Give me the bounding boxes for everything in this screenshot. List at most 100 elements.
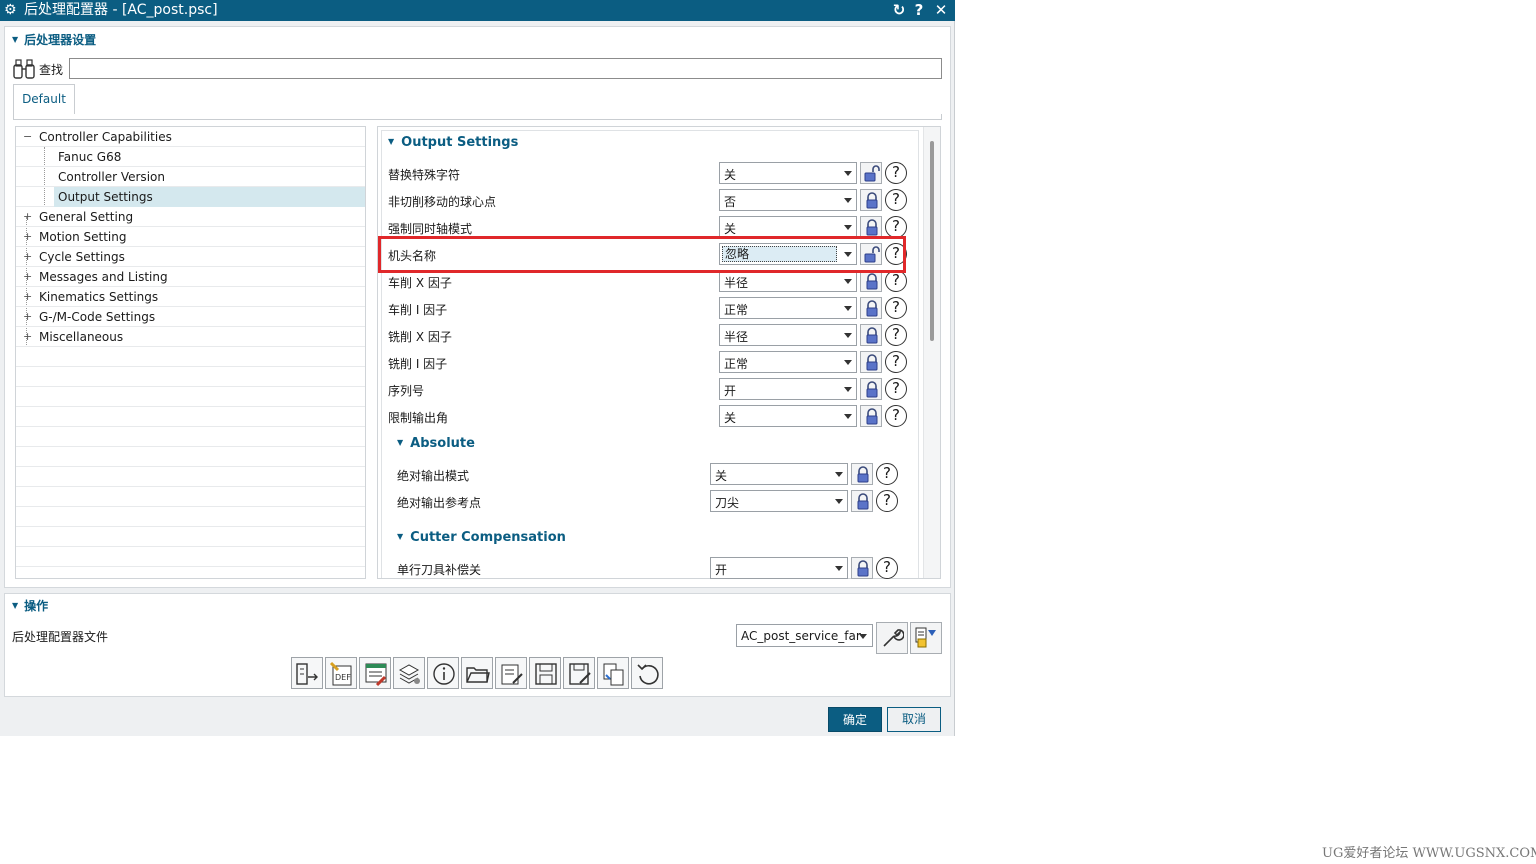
- expand-toggle-icon[interactable]: +: [23, 327, 33, 347]
- help-icon[interactable]: ?: [885, 162, 907, 184]
- property-select[interactable]: 开: [719, 378, 857, 400]
- property-select[interactable]: 关: [719, 405, 857, 427]
- tree-item-motion-setting[interactable]: + Motion Setting: [16, 227, 365, 247]
- tree-item-label: Output Settings: [54, 187, 365, 207]
- expand-toggle-icon[interactable]: +: [23, 287, 33, 307]
- vertical-scrollbar[interactable]: [923, 127, 940, 578]
- help-icon[interactable]: ?: [885, 297, 907, 319]
- property-label: 单行刀具补偿关: [397, 563, 482, 577]
- property-select[interactable]: 开: [710, 557, 848, 579]
- property-value: 半径: [724, 276, 749, 290]
- help-icon[interactable]: ?: [885, 378, 907, 400]
- lock-toggle-button[interactable]: [860, 297, 882, 319]
- tree-item-messages-and-listing[interactable]: + Messages and Listing: [16, 267, 365, 287]
- help-icon[interactable]: ?: [885, 270, 907, 292]
- lock-toggle-button[interactable]: [860, 270, 882, 292]
- layers-settings-button[interactable]: [393, 657, 425, 689]
- cancel-button[interactable]: 取消: [887, 707, 941, 732]
- lock-toggle-button[interactable]: [860, 324, 882, 346]
- tree-empty-row: [16, 347, 365, 367]
- gear-icon: ⚙: [4, 2, 17, 18]
- refresh-icon[interactable]: ↻: [890, 1, 908, 19]
- collapse-icon: ▼: [388, 137, 395, 146]
- collapse-icon: ▼: [397, 532, 404, 541]
- save-as-icon: [569, 663, 591, 685]
- collapse-toggle-icon[interactable]: −: [23, 127, 33, 147]
- lock-toggle-button[interactable]: [860, 405, 882, 427]
- property-select[interactable]: 半径: [719, 324, 857, 346]
- lock-toggle-button[interactable]: [860, 189, 882, 211]
- edit-file-button[interactable]: [495, 657, 527, 689]
- chevron-down-icon: [844, 387, 852, 392]
- reset-button[interactable]: [631, 657, 663, 689]
- lock-icon: [866, 381, 878, 398]
- help-icon[interactable]: ?: [876, 557, 898, 579]
- chevron-down-icon: [835, 472, 843, 477]
- tree-item-gm-code-settings[interactable]: + G-/M-Code Settings: [16, 307, 365, 327]
- edit-list-button[interactable]: [359, 657, 391, 689]
- expand-toggle-icon[interactable]: +: [23, 307, 33, 327]
- lock-settings-button[interactable]: [910, 622, 942, 654]
- info-button[interactable]: [427, 657, 459, 689]
- lock-toggle-button[interactable]: [860, 351, 882, 373]
- property-label: 绝对输出模式: [397, 469, 470, 483]
- property-select[interactable]: 否: [719, 189, 857, 211]
- expand-toggle-icon[interactable]: +: [23, 267, 33, 287]
- find-input[interactable]: [69, 58, 942, 79]
- property-select[interactable]: 正常: [719, 351, 857, 373]
- lock-toggle-button[interactable]: [860, 216, 882, 238]
- post-file-select[interactable]: AC_post_service_far: [736, 624, 873, 647]
- property-select[interactable]: 正常: [719, 297, 857, 319]
- help-icon[interactable]: ?: [885, 405, 907, 427]
- tree-item-kinematics-settings[interactable]: + Kinematics Settings: [16, 287, 365, 307]
- expand-toggle-icon[interactable]: +: [23, 227, 33, 247]
- cutter-compensation-header[interactable]: ▼ Cutter Compensation: [397, 530, 566, 545]
- def-file-button[interactable]: DEF: [325, 657, 357, 689]
- property-select[interactable]: 关: [719, 162, 857, 184]
- expand-toggle-icon[interactable]: +: [23, 207, 33, 227]
- tab-default[interactable]: Default: [13, 84, 75, 115]
- help-icon[interactable]: ?: [876, 490, 898, 512]
- help-icon[interactable]: ?: [885, 216, 907, 238]
- output-settings-header[interactable]: ▼ Output Settings: [388, 135, 518, 150]
- ok-button[interactable]: 确定: [828, 707, 882, 732]
- tree-item-fanuc-g68[interactable]: Fanuc G68: [16, 147, 365, 167]
- property-label: 车削 I 因子: [388, 303, 448, 317]
- lock-toggle-button[interactable]: [851, 463, 873, 485]
- scrollbar-thumb[interactable]: [930, 141, 934, 341]
- lock-toggle-button[interactable]: [860, 162, 882, 184]
- layers-settings-icon: [398, 664, 420, 684]
- tree-item-miscellaneous[interactable]: + Miscellaneous: [16, 327, 365, 347]
- help-button[interactable]: ?: [910, 1, 928, 19]
- copy-settings-button[interactable]: [597, 657, 629, 689]
- tree-item-cycle-settings[interactable]: + Cycle Settings: [16, 247, 365, 267]
- tree-item-controller-version[interactable]: Controller Version: [16, 167, 365, 187]
- close-button[interactable]: ✕: [932, 1, 950, 19]
- property-select[interactable]: 刀尖: [710, 490, 848, 512]
- lock-toggle-button[interactable]: [851, 490, 873, 512]
- help-icon[interactable]: ?: [876, 463, 898, 485]
- tree-item-output-settings[interactable]: Output Settings: [16, 187, 365, 207]
- property-select[interactable]: 关: [710, 463, 848, 485]
- settings-section-header[interactable]: ▼ 后处理器设置: [12, 31, 96, 48]
- tree-empty-row: [16, 407, 365, 427]
- tree-item-controller-capabilities[interactable]: − Controller Capabilities: [16, 127, 365, 147]
- copy-settings-icon: [603, 663, 624, 686]
- tree-item-general-setting[interactable]: + General Setting: [16, 207, 365, 227]
- absolute-header[interactable]: ▼ Absolute: [397, 436, 475, 451]
- operations-header[interactable]: ▼ 操作: [12, 597, 48, 614]
- expand-toggle-icon[interactable]: +: [23, 247, 33, 267]
- open-folder-button[interactable]: [461, 657, 493, 689]
- help-icon[interactable]: ?: [885, 351, 907, 373]
- settings-tree: − Controller Capabilities Fanuc G68 Cont…: [15, 126, 366, 579]
- lock-toggle-button[interactable]: [860, 378, 882, 400]
- lock-toggle-button[interactable]: [851, 557, 873, 579]
- help-icon[interactable]: ?: [885, 189, 907, 211]
- save-as-button[interactable]: [563, 657, 595, 689]
- wrench-button[interactable]: [876, 622, 908, 654]
- export-button[interactable]: [291, 657, 323, 689]
- property-select[interactable]: 关: [719, 216, 857, 238]
- help-icon[interactable]: ?: [885, 324, 907, 346]
- property-select[interactable]: 半径: [719, 270, 857, 292]
- save-button[interactable]: [529, 657, 561, 689]
